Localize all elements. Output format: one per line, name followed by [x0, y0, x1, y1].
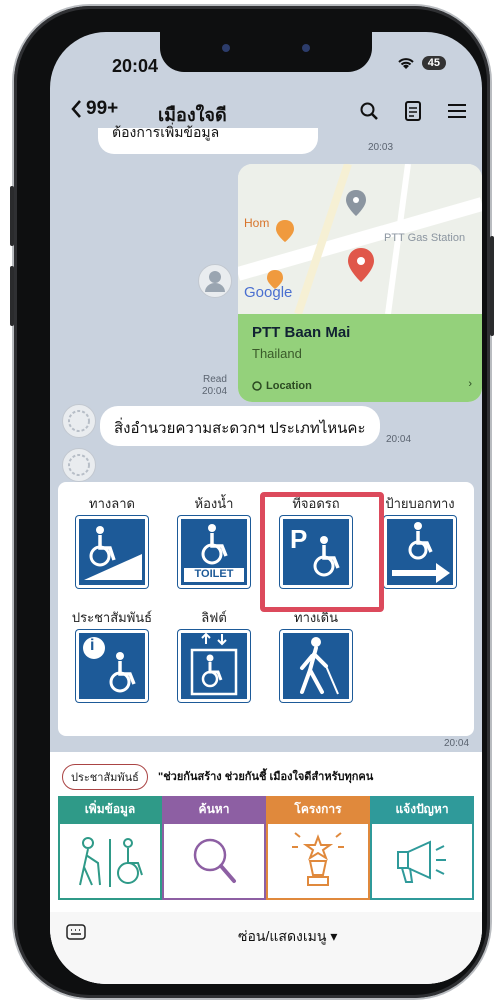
walkway-icon: [280, 630, 352, 702]
back-button[interactable]: 99+: [70, 98, 118, 120]
bot-logo-icon: [68, 410, 90, 432]
rich-menu: ประชาสัมพันธ์ "ช่วยกันสร้าง ช่วยกันชี้ เ…: [50, 752, 482, 984]
accessibility-people-icon: [58, 822, 162, 900]
notes-icon[interactable]: [402, 100, 424, 122]
camera-lens: [222, 44, 230, 52]
wifi-icon: [398, 58, 414, 69]
bottom-bar: ซ่อน/แสดงเมนู ▾: [50, 912, 482, 984]
rich-menu-add-info[interactable]: เพิ่มข้อมูล: [58, 796, 162, 900]
rich-menu-search[interactable]: ค้นหา: [162, 796, 266, 900]
toggle-menu-button[interactable]: ซ่อน/แสดงเมนู ▾: [238, 926, 337, 948]
rich-menu-label: ค้นหา: [162, 796, 266, 822]
user-avatar-icon: [205, 271, 225, 292]
trophy-icon: [266, 822, 370, 900]
side-button: [10, 266, 14, 326]
camera-lens: [302, 44, 310, 52]
location-card[interactable]: Hom Google PTT Gas Station PTT Baan Mai …: [238, 164, 482, 402]
magnifier-icon: [162, 822, 266, 900]
location-info[interactable]: PTT Baan Mai Thailand Location ›: [238, 314, 482, 402]
place-country: Thailand: [252, 346, 302, 361]
map-label-hom: Hom: [244, 216, 270, 230]
message-time: 20:04: [444, 738, 470, 749]
place-name: PTT Baan Mai: [252, 324, 351, 341]
facility-ramp[interactable]: ทางลาด: [66, 494, 158, 588]
status-icons: 45: [396, 56, 446, 70]
camera-notch: [160, 32, 372, 72]
bot-logo-icon: [68, 454, 90, 476]
rich-menu-label: โครงการ: [266, 796, 370, 822]
battery-icon: 45: [421, 56, 446, 70]
avatar: [198, 264, 232, 298]
message-time: 20:04: [202, 386, 228, 397]
info-icon: i: [76, 630, 148, 702]
megaphone-icon: [370, 822, 474, 900]
side-button: [10, 186, 14, 246]
message-time: 20:03: [368, 142, 394, 153]
facility-elevator[interactable]: ลิฟต์: [168, 608, 260, 702]
location-pin-icon: [252, 381, 262, 391]
side-button: [490, 236, 494, 336]
message-bubble: ต้องการเพิ่มข้อมูล: [98, 124, 318, 154]
selected-highlight: [260, 492, 384, 612]
facility-walkway[interactable]: ทางเดิน: [270, 608, 362, 702]
facility-label: ทางลาด: [89, 496, 135, 511]
map-label-google: Google: [244, 284, 293, 301]
phone-frame: 20:04 45 99+ เมืองใจดี ต้องการเพิ่มข้อมู…: [10, 6, 494, 998]
facility-label: ประชาสัมพันธ์: [71, 610, 153, 625]
search-icon[interactable]: [358, 100, 380, 122]
facility-label: ห้องน้ำ: [194, 496, 234, 511]
bot-avatar: [62, 448, 96, 482]
direction-sign-icon: [384, 516, 456, 588]
bot-avatar: [62, 404, 96, 438]
message-text: ต้องการเพิ่มข้อมูล: [112, 124, 220, 140]
keyboard-icon[interactable]: [66, 924, 86, 945]
rich-menu-label: เพิ่มข้อมูล: [58, 796, 162, 822]
facility-toilet[interactable]: ห้องน้ำ TOILET: [168, 494, 260, 588]
message-bubble: สิ่งอำนวยความสะดวกฯ ประเภทไหนคะ: [100, 406, 380, 446]
chevron-right-icon: ›: [468, 378, 472, 390]
facility-label: ป้ายบอกทาง: [385, 496, 455, 511]
facility-info[interactable]: ประชาสัมพันธ์ i: [66, 608, 158, 702]
location-label[interactable]: Location: [252, 380, 312, 392]
message-text: สิ่งอำนวยความสะดวกฯ ประเภทไหนคะ: [114, 420, 366, 437]
rich-menu-label: แจ้งปัญหา: [370, 796, 474, 822]
status-time: 20:04: [112, 56, 159, 76]
facility-label: ลิฟต์: [201, 610, 227, 625]
message-time: 20:04: [386, 434, 412, 445]
map-preview[interactable]: Hom Google PTT Gas Station: [238, 164, 482, 316]
unread-count: 99+: [86, 98, 119, 119]
slogan-text: "ช่วยกันสร้าง ช่วยกันชี้ เมืองใจดีสำหรับ…: [158, 771, 374, 783]
menu-icon[interactable]: [446, 100, 468, 122]
chevron-left-icon: [71, 100, 81, 118]
rich-menu-report[interactable]: แจ้งปัญหา: [370, 796, 474, 900]
rich-menu-projects[interactable]: โครงการ: [266, 796, 370, 900]
toilet-sign-text: TOILET: [194, 568, 234, 580]
screen: 20:04 45 99+ เมืองใจดี ต้องการเพิ่มข้อมู…: [50, 32, 482, 984]
header-actions: [358, 100, 468, 122]
read-receipt: Read: [203, 374, 227, 385]
pr-chip[interactable]: ประชาสัมพันธ์: [62, 764, 148, 790]
toilet-icon: TOILET: [178, 516, 250, 588]
map-label-station: PTT Gas Station: [384, 232, 466, 244]
ramp-icon: [76, 516, 148, 588]
info-sign-text: i: [90, 637, 95, 654]
facility-direction-sign[interactable]: ป้ายบอกทาง: [374, 494, 466, 588]
elevator-icon: [178, 630, 250, 702]
location-label-text: Location: [266, 380, 312, 392]
